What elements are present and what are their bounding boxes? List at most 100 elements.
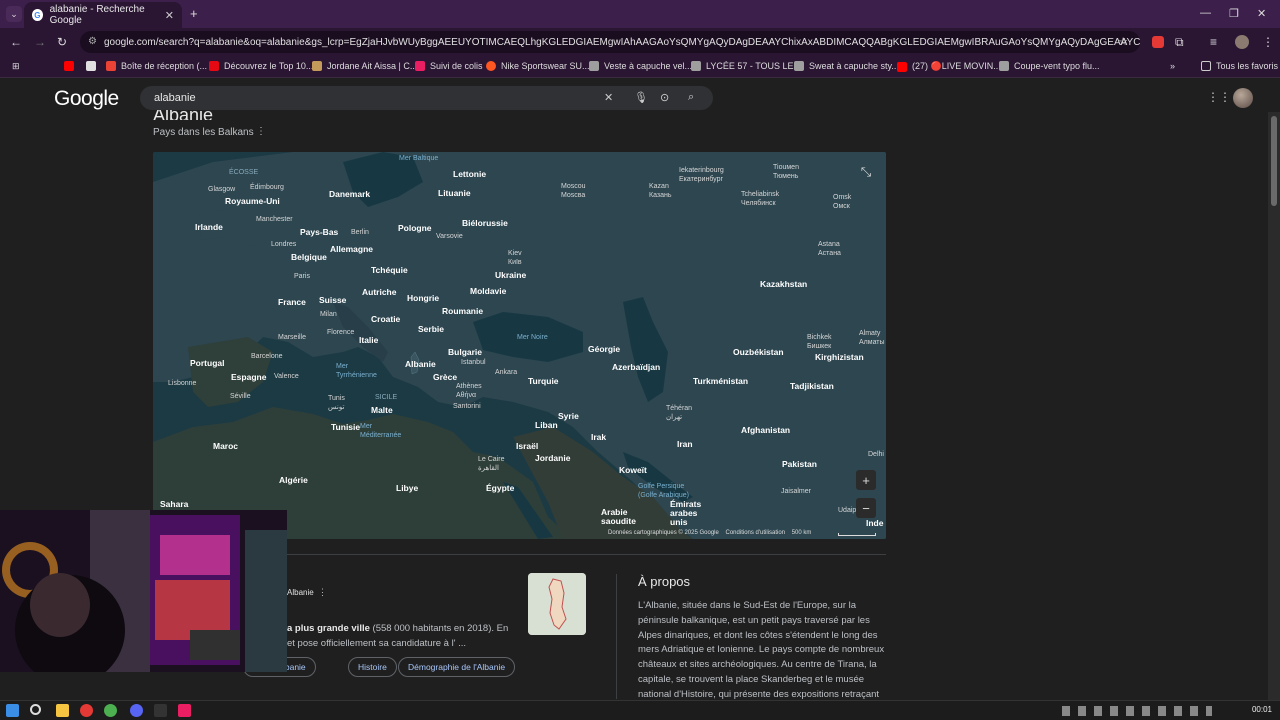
clear-icon[interactable]: ✕ bbox=[604, 91, 613, 104]
reload-icon[interactable]: ↻ bbox=[57, 35, 67, 49]
map-label-country: Iran bbox=[677, 439, 693, 449]
minimize-icon[interactable]: — bbox=[1200, 7, 1211, 19]
map-label-city: Varsovie bbox=[436, 233, 463, 240]
search-query: alabanie bbox=[154, 92, 196, 104]
search-input[interactable]: alabanie ✕ 🎙 ⊙ ⌕ bbox=[140, 86, 713, 110]
map-label-city: Istanbul bbox=[461, 359, 486, 366]
map-label-country: Belgique bbox=[291, 252, 327, 262]
map-scale-label: 500 km bbox=[791, 530, 812, 536]
tab-search-button[interactable]: ⌄ bbox=[6, 6, 22, 22]
bookmark-item[interactable]: LYCÉE 57 - TOUS LE... bbox=[691, 61, 801, 71]
page-scrollbar[interactable] bbox=[1268, 112, 1280, 700]
microphone-icon[interactable]: 🎙 bbox=[634, 91, 648, 104]
search-icon[interactable]: ⌕ bbox=[688, 91, 694, 104]
map-label-country: Espagne bbox=[231, 372, 267, 382]
bookmark-item[interactable]: Suivi de colis bbox=[415, 61, 483, 71]
more-options-icon[interactable]: ⋮ bbox=[256, 126, 266, 137]
bookmarks-bar: ⊞ Boîte de réception (... Découvrez le T… bbox=[0, 56, 1280, 78]
address-bar[interactable]: ⚙ google.com/search?q=alabanie&oq=alaban… bbox=[80, 31, 1140, 53]
zoom-out-button[interactable]: − bbox=[856, 498, 876, 518]
chip-link[interactable]: Démographie de l'Albanie bbox=[398, 657, 516, 677]
scrollbar-thumb[interactable] bbox=[1271, 116, 1277, 206]
map-view[interactable]: Mer Baltique Mer Noire Mer Tyrrhénienne … bbox=[153, 152, 886, 539]
media-control-icon[interactable]: ≡ bbox=[1210, 35, 1217, 49]
map-label-country: Irak bbox=[591, 432, 607, 442]
bookmarks-overflow-icon[interactable]: » bbox=[1170, 61, 1175, 71]
map-label-city: Téhéran تهران bbox=[666, 405, 693, 421]
extension-icon[interactable] bbox=[1152, 36, 1164, 48]
map-label-country: Géorgie bbox=[588, 344, 621, 354]
bookmark-item[interactable]: Sweat à capuche sty... bbox=[794, 61, 899, 71]
map-label-city: Tcheliabinsk Челябинск bbox=[741, 191, 780, 207]
bookmark-item[interactable]: (27) 🔴LIVE MOVIN... bbox=[897, 61, 1001, 72]
file-explorer-icon[interactable] bbox=[56, 704, 69, 717]
camera-lens-icon[interactable]: ⊙ bbox=[660, 91, 669, 104]
bookmark-docs[interactable] bbox=[86, 61, 101, 71]
search-icon[interactable] bbox=[30, 704, 41, 715]
discord-icon[interactable] bbox=[130, 704, 143, 717]
map-label-water: Golfe Persique (Golfe Arabique) bbox=[638, 483, 689, 499]
bookmark-favicon-icon bbox=[897, 61, 907, 72]
tab-close-icon[interactable]: ✕ bbox=[165, 9, 174, 22]
extensions-puzzle-icon[interactable]: ⧉ bbox=[1175, 35, 1184, 50]
snippet-source[interactable]: Albanie bbox=[287, 588, 314, 597]
profile-avatar-icon[interactable] bbox=[1235, 35, 1249, 49]
map-label-water: Mer Noire bbox=[517, 334, 548, 341]
apps-grid-icon[interactable]: ⊞ bbox=[12, 61, 20, 72]
opera-icon[interactable] bbox=[80, 704, 93, 717]
map-label-country: Autriche bbox=[362, 287, 397, 297]
account-avatar[interactable] bbox=[1233, 88, 1253, 108]
bookmark-item[interactable]: Boîte de réception (... bbox=[106, 61, 207, 71]
map-label-city: Manchester bbox=[256, 216, 293, 223]
map-label-city: Séville bbox=[230, 393, 251, 400]
map-label-country: Kazakhstan bbox=[760, 279, 808, 289]
windows-start-icon[interactable] bbox=[6, 704, 19, 717]
browser-menu-icon[interactable]: ⋮ bbox=[1262, 35, 1274, 49]
map-label-country: Serbie bbox=[418, 324, 444, 334]
albania-map-thumbnail[interactable] bbox=[528, 573, 586, 635]
bookmark-item[interactable]: Coupe-vent typo flu... bbox=[999, 61, 1100, 71]
bookmark-star-icon[interactable]: ☆ bbox=[1118, 35, 1128, 48]
chrome-icon[interactable] bbox=[104, 704, 117, 717]
snippet-more-icon[interactable]: ⋮ bbox=[318, 587, 327, 598]
map-label-country: France bbox=[278, 297, 306, 307]
map-label-country: Pays-Bas bbox=[300, 227, 339, 237]
map-label-country: Émirats arabes unis bbox=[670, 499, 702, 527]
chip-link[interactable]: Histoire bbox=[348, 657, 397, 677]
map-label-country: Allemagne bbox=[330, 244, 373, 254]
map-label-city: Delhi bbox=[868, 451, 884, 458]
zoom-in-button[interactable]: + bbox=[856, 470, 876, 490]
map-attribution: Données cartographiques © 2025 Google Co… bbox=[608, 530, 812, 536]
bookmark-item[interactable]: Découvrez le Top 10... bbox=[209, 61, 313, 71]
map-label-city: Santorini bbox=[453, 403, 481, 410]
fullscreen-icon[interactable]: ⤡ bbox=[856, 162, 876, 182]
bookmark-item[interactable]: Veste à capuche vel... bbox=[589, 61, 692, 71]
site-info-icon[interactable]: ⚙ bbox=[88, 36, 97, 47]
column-divider bbox=[616, 574, 617, 699]
window-close-icon[interactable]: ✕ bbox=[1257, 7, 1266, 20]
back-arrow-icon[interactable]: ← bbox=[10, 35, 22, 49]
bookmark-favicon-icon bbox=[589, 61, 599, 71]
map-terms-link[interactable]: Conditions d'utilisation bbox=[726, 530, 786, 536]
map-label-city: Astana Астана bbox=[818, 241, 841, 257]
map-label-water: Mer Méditerranée bbox=[360, 423, 402, 439]
bookmark-item[interactable]: Jordane Ait Aissa | C... bbox=[312, 61, 417, 71]
map-label-city: Londres bbox=[271, 241, 297, 248]
app-icon[interactable] bbox=[178, 704, 191, 717]
bookmark-item[interactable]: Nike Sportswear SU... bbox=[486, 61, 590, 71]
forward-arrow-icon[interactable]: → bbox=[34, 35, 46, 49]
all-favorites-folder[interactable]: Tous les favoris bbox=[1201, 61, 1278, 71]
tab-active[interactable]: G alabanie - Recherche Google ✕ bbox=[24, 2, 182, 28]
map-label-country: Suisse bbox=[319, 295, 347, 305]
folder-icon bbox=[1201, 61, 1211, 71]
google-logo[interactable]: Google bbox=[54, 87, 119, 111]
new-tab-button[interactable]: + bbox=[190, 6, 198, 21]
bookmark-youtube[interactable] bbox=[64, 61, 79, 71]
tab-title: alabanie - Recherche Google bbox=[49, 4, 145, 26]
map-label-country: Syrie bbox=[558, 411, 579, 421]
system-tray-icons[interactable] bbox=[1062, 706, 1212, 716]
map-label-city: Marseille bbox=[278, 334, 307, 341]
obs-icon[interactable] bbox=[154, 704, 167, 717]
map-label-city: Berlin bbox=[351, 229, 369, 236]
restore-icon[interactable]: ❐ bbox=[1229, 7, 1239, 20]
